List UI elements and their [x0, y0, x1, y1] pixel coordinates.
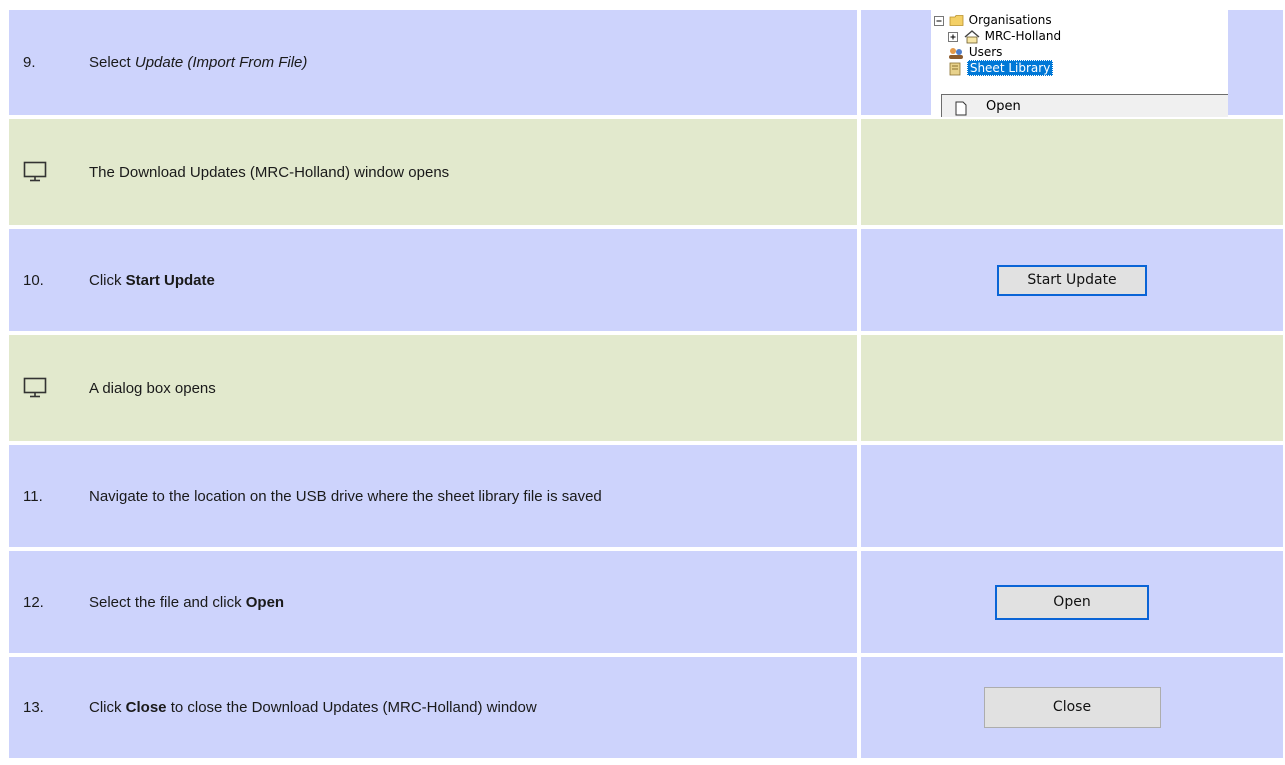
step-text: Navigate to the location on the USB driv… — [77, 445, 857, 547]
step-text: The Download Updates (MRC-Holland) windo… — [77, 119, 857, 225]
book-icon — [949, 62, 961, 75]
start-update-button[interactable]: Start Update — [997, 264, 1147, 296]
step-image: Open — [861, 551, 1283, 653]
open-document-icon — [955, 101, 967, 116]
step-number: 9. — [9, 10, 77, 115]
step-text: Click Close to close the Download Update… — [77, 657, 857, 758]
step-row-11: 11. Navigate to the location on the USB … — [9, 445, 1283, 547]
instruction-table: 9. Select Update (Import From File) Orga… — [9, 6, 1283, 762]
step-number: 13. — [9, 657, 77, 758]
step-row-12: 12. Select the file and click Open Open — [9, 551, 1283, 653]
context-menu: Open — [941, 94, 1228, 117]
step-number: 10. — [9, 229, 77, 331]
result-icon-cell — [9, 335, 77, 441]
tree-item-sheet-library: Sheet Library — [947, 60, 1054, 76]
result-row-1: The Download Updates (MRC-Holland) windo… — [9, 119, 1283, 225]
monitor-icon — [23, 161, 47, 182]
open-button[interactable]: Open — [995, 584, 1149, 620]
step-image: Organisations MRC-Holland Users Sheet Li… — [861, 10, 1283, 117]
collapse-icon — [934, 15, 944, 26]
step-image: Start Update — [861, 229, 1283, 331]
close-button[interactable]: Close — [983, 687, 1161, 728]
tree-item-organisations: Organisations — [933, 12, 1052, 28]
folder-icon — [949, 15, 964, 26]
users-icon — [949, 47, 963, 59]
monitor-icon — [23, 377, 47, 398]
expand-icon — [948, 31, 958, 42]
tree-view-screenshot: Organisations MRC-Holland Users Sheet Li… — [931, 10, 1228, 117]
step-number: 11. — [9, 445, 77, 547]
step-row-10: 10. Click Start Update Start Update — [9, 229, 1283, 331]
step-text: Select Update (Import From File) — [77, 10, 857, 115]
tree-item-users: Users — [947, 44, 1002, 60]
step-text: Select the file and click Open — [77, 551, 857, 653]
step-number: 12. — [9, 551, 77, 653]
step-text: Click Start Update — [77, 229, 857, 331]
result-icon-cell — [9, 119, 77, 225]
tree-item-mrc-holland: MRC-Holland — [947, 28, 1061, 44]
step-row-13: 13. Click Close to close the Download Up… — [9, 657, 1283, 758]
step-text: A dialog box opens — [77, 335, 857, 441]
home-icon — [964, 29, 980, 43]
step-row-9: 9. Select Update (Import From File) Orga… — [9, 10, 1283, 117]
context-menu-open[interactable]: Open — [986, 99, 1021, 114]
step-image: Close — [861, 657, 1283, 758]
result-row-2: A dialog box opens — [9, 335, 1283, 441]
